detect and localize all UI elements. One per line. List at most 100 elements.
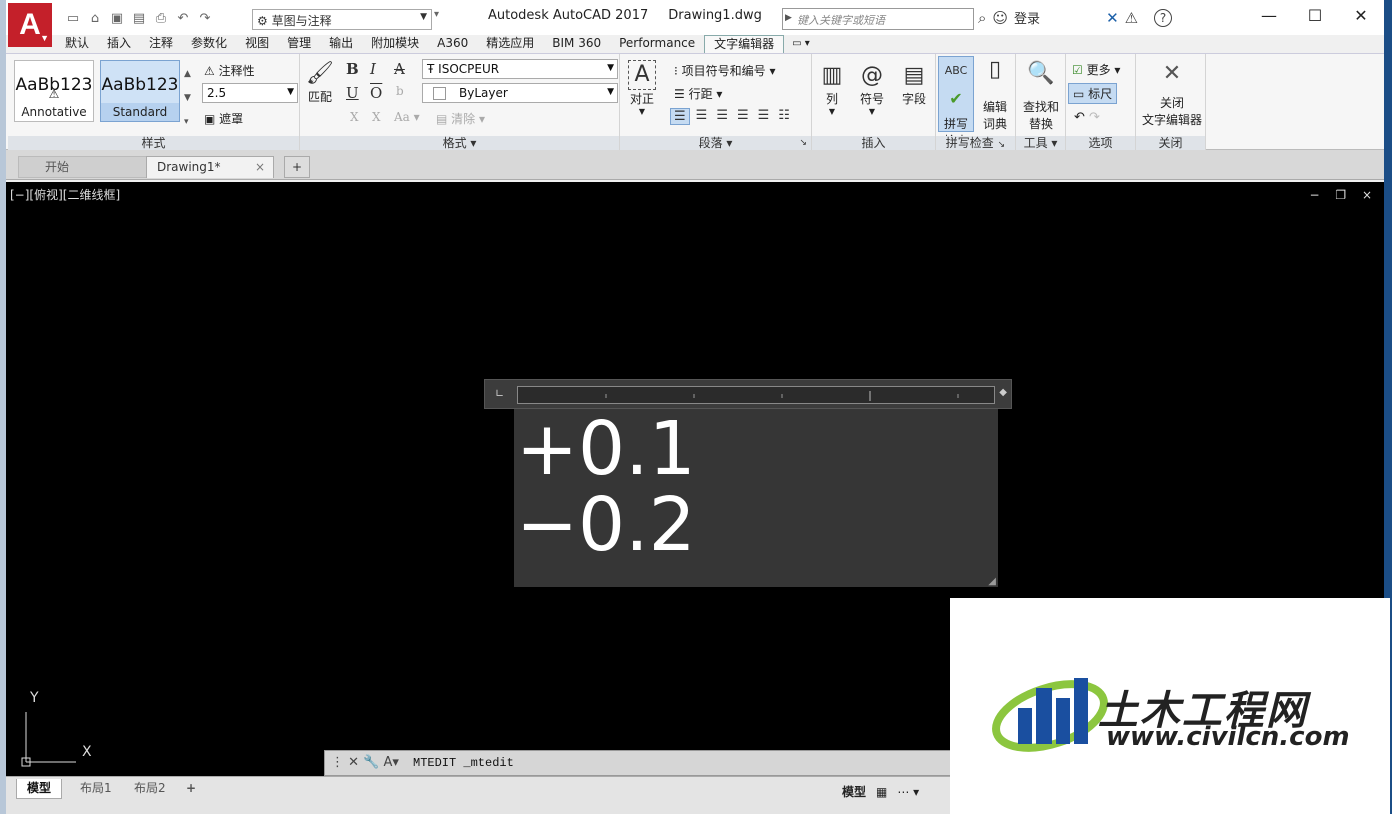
close-icon[interactable]: ✕	[348, 755, 359, 770]
tab-performance[interactable]: Performance	[610, 35, 704, 53]
tab-bim360[interactable]: BIM 360	[543, 35, 610, 53]
redo-icon[interactable]: ↷	[196, 9, 214, 27]
match-button[interactable]: 🖌 匹配	[306, 60, 334, 105]
print-icon[interactable]: ⎙	[152, 9, 170, 27]
undo-icon[interactable]: ↶	[174, 9, 192, 27]
bold-button[interactable]: B	[346, 60, 359, 78]
save-as-icon[interactable]: ▤	[130, 9, 148, 27]
tab-annotate[interactable]: 注释	[140, 35, 182, 53]
mtext-ruler[interactable]: ∟ ◆	[484, 379, 1012, 409]
mtext-editor[interactable]: +0.1 −0.2 ◢	[514, 409, 998, 587]
stack-button[interactable]: b	[396, 84, 404, 98]
app-menu-button[interactable]: A ▼	[8, 3, 52, 47]
layout-tab-2[interactable]: 布局2	[124, 779, 176, 799]
tab-featured-apps[interactable]: 精选应用	[477, 35, 543, 53]
help-icon[interactable]: ?	[1154, 8, 1173, 27]
exchange-icon[interactable]: ✕	[1106, 9, 1119, 27]
text-height-input[interactable]: 2.5 ▼	[202, 83, 298, 103]
spell-check-button[interactable]: ABC✔拼写检查	[938, 56, 974, 148]
viewport-controls[interactable]: [−][俯视][二维线框]	[10, 186, 120, 203]
close-icon[interactable]: ×	[255, 157, 265, 177]
symbol-button[interactable]: @ 符号 ▼	[858, 62, 886, 116]
underline-button[interactable]: U	[346, 84, 359, 102]
search-input[interactable]: ▶ 键入关键字或短语	[782, 8, 974, 30]
field-button[interactable]: ▤ 字段	[900, 62, 928, 107]
clear-button[interactable]: ▤ 清除 ▾	[436, 110, 485, 127]
expand-arrow-icon[interactable]: ▶	[785, 13, 792, 23]
close-text-editor-button[interactable]: ✕ 关闭 文字编辑器	[1140, 60, 1204, 128]
tab-output[interactable]: 输出	[320, 35, 362, 53]
font-select[interactable]: Ŧ ISOCPEUR ▼	[422, 59, 618, 79]
find-replace-button[interactable]: 🔍 查找和 替换	[1018, 60, 1064, 132]
change-case-button[interactable]: Aa ▾	[394, 110, 420, 124]
tab-view[interactable]: 视图	[236, 35, 278, 53]
tab-start[interactable]: 开始	[18, 156, 148, 178]
undo-icon[interactable]: ↶	[1074, 110, 1085, 125]
ruler-toggle[interactable]: ▭ 标尺	[1068, 83, 1118, 104]
binoculars-icon[interactable]: ⌕	[978, 9, 986, 27]
redo-icon[interactable]: ↷	[1089, 110, 1100, 125]
workspace-selector[interactable]: ⚙ 草图与注释 ▼	[252, 9, 432, 30]
tab-default[interactable]: 默认	[56, 35, 98, 53]
justify-text-icon[interactable]: ☰	[755, 108, 773, 125]
more-button[interactable]: ☑ 更多 ▾	[1072, 61, 1120, 78]
resize-handle-icon[interactable]: ◢	[988, 576, 996, 587]
close-icon[interactable]: ✕	[1338, 0, 1384, 30]
new-file-icon[interactable]: ▭	[64, 9, 82, 27]
strikethrough-button[interactable]: A	[394, 60, 405, 78]
save-icon[interactable]: ▣	[108, 9, 126, 27]
align-default-icon[interactable]: ☰	[670, 108, 690, 125]
connect-icon[interactable]: ⚠	[1125, 9, 1138, 27]
ribbon-minimize-icon[interactable]: ▭ ▾	[784, 35, 818, 53]
subscript-button[interactable]: X	[372, 110, 381, 124]
mtext-line[interactable]: +0.1	[516, 409, 696, 489]
columns-button[interactable]: ▥ 列 ▼	[820, 62, 844, 116]
command-icon[interactable]: A▾	[384, 755, 399, 770]
grid-icon[interactable]: ▦	[876, 785, 887, 799]
command-line[interactable]: ⋮ ✕ 🔧 A▾ MTEDIT _mtedit	[324, 750, 952, 776]
add-layout-button[interactable]: +	[176, 779, 206, 799]
edit-dictionary-button[interactable]: ▯ 编辑 词典	[978, 56, 1012, 132]
model-space-button[interactable]: 模型	[842, 783, 866, 800]
bullets-button[interactable]: ⁝ 项目符号和编号 ▾	[674, 62, 776, 79]
wrench-icon[interactable]: 🔧	[363, 755, 379, 770]
open-folder-icon[interactable]: ⌂	[86, 9, 104, 27]
tab-insert[interactable]: 插入	[98, 35, 140, 53]
tab-drawing1[interactable]: Drawing1* ×	[146, 156, 274, 178]
superscript-button[interactable]: X	[350, 110, 359, 124]
viewport-window-controls[interactable]: − ❐ ×	[1310, 188, 1379, 202]
style-scroll-icon[interactable]: ▲ ▼ ▾	[184, 62, 191, 134]
customize-qat-icon[interactable]: ▾	[434, 9, 439, 20]
distribute-icon[interactable]: ☷	[775, 108, 793, 125]
dialog-launcher-icon[interactable]: ↘	[998, 140, 1006, 150]
align-right-icon[interactable]: ☰	[734, 108, 752, 125]
command-text[interactable]: MTEDIT _mtedit	[413, 756, 514, 770]
justify-button[interactable]: A 对正 ▼	[626, 60, 658, 116]
overline-button[interactable]: O	[370, 84, 382, 102]
minimize-icon[interactable]: —	[1246, 0, 1292, 30]
snap-icon[interactable]: ⋯ ▾	[897, 785, 919, 799]
grip-icon[interactable]: ⋮	[331, 755, 348, 770]
tab-parametric[interactable]: 参数化	[182, 35, 236, 53]
color-select[interactable]: ByLayer ▼	[422, 83, 618, 103]
line-spacing-button[interactable]: ☰ 行距 ▾	[674, 85, 722, 102]
tab-a360[interactable]: A360	[428, 35, 477, 53]
italic-button[interactable]: I	[370, 60, 376, 78]
ruler-width-handle[interactable]: ◆	[999, 387, 1007, 398]
tab-text-editor[interactable]: 文字编辑器	[704, 35, 785, 53]
tab-addins[interactable]: 附加模块	[362, 35, 428, 53]
mask-button[interactable]: ▣ 遮罩	[204, 110, 243, 127]
style-standard[interactable]: AaBb123 Standard	[100, 60, 180, 122]
align-center-icon[interactable]: ☰	[713, 108, 731, 125]
annotative-toggle[interactable]: ⚠ 注释性	[204, 62, 255, 79]
new-tab-button[interactable]: +	[284, 156, 310, 178]
style-annotative[interactable]: AaBb123 ⚠ Annotative	[14, 60, 94, 122]
layout-tab-1[interactable]: 布局1	[70, 779, 122, 799]
dialog-launcher-icon[interactable]: ↘	[799, 136, 807, 151]
tab-stop-icon[interactable]: ∟	[495, 387, 504, 400]
layout-tab-model[interactable]: 模型	[16, 779, 63, 799]
mtext-line[interactable]: −0.2	[516, 485, 696, 565]
tab-manage[interactable]: 管理	[278, 35, 320, 53]
ruler-track[interactable]	[517, 386, 995, 404]
maximize-icon[interactable]: ☐	[1292, 0, 1338, 30]
